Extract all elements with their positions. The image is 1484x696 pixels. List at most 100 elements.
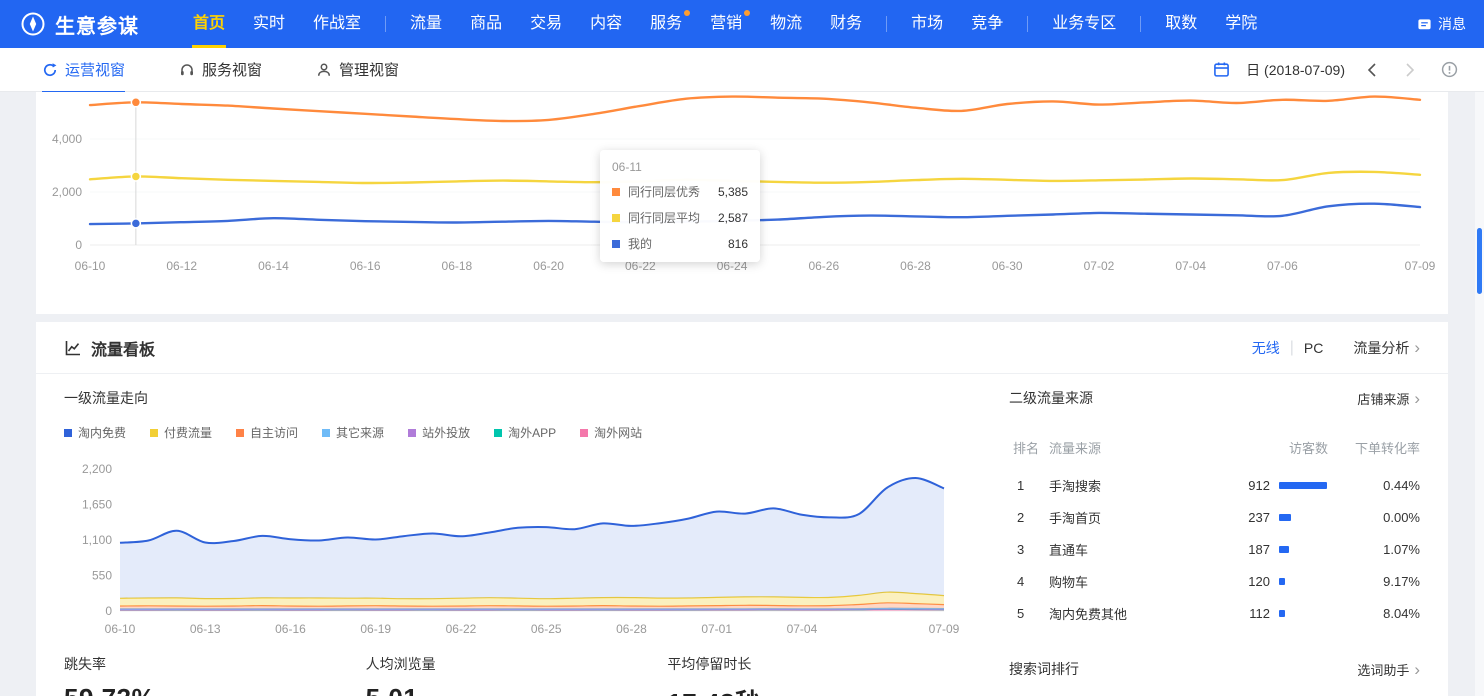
tooltip-series-label: 我的 <box>628 235 718 252</box>
sources-table-rows: 1手淘搜索9120.44%2手淘首页2370.00%3直通车1871.07%4购… <box>1009 469 1420 629</box>
visitors-bar-wrap <box>1270 514 1328 521</box>
tab-management[interactable]: 管理视窗 <box>316 48 399 92</box>
traffic-trend-chart[interactable]: 05501,1001,6502,20006-1006-1306-1606-190… <box>64 453 969 641</box>
traffic-metrics: 跳失率59.73%人均浏览量5.01平均停留时长17.48秒 <box>64 654 969 696</box>
visitors-bar-wrap <box>1270 610 1328 617</box>
source-name: 手淘首页 <box>1049 508 1178 527</box>
svg-text:07-04: 07-04 <box>787 622 818 636</box>
svg-text:2,200: 2,200 <box>82 462 112 476</box>
search-ranking-title: 搜索词排行 <box>1009 659 1079 679</box>
toggle-pc[interactable]: PC <box>1304 340 1323 356</box>
nav-item-service[interactable]: 服务 <box>636 0 696 48</box>
nav-item-logistics[interactable]: 物流 <box>756 0 816 48</box>
nav-menu: 首页实时作战室流量商品交易内容服务营销物流财务市场竞争业务专区取数学院 <box>179 0 1409 48</box>
refresh-icon <box>42 62 58 78</box>
tooltip-series-value: 5,385 <box>718 185 748 199</box>
legend-swatch <box>494 429 502 437</box>
conversion-cell: 8.04% <box>1328 606 1420 621</box>
scrollbar-track[interactable] <box>1475 92 1484 696</box>
legend-item: 淘外APP <box>494 424 556 441</box>
date-selector[interactable]: 日 (2018-07-09) <box>1246 60 1345 80</box>
svg-text:1,100: 1,100 <box>82 533 112 547</box>
prev-day-button[interactable] <box>1361 62 1383 78</box>
svg-text:07-06: 07-06 <box>1267 259 1298 273</box>
traffic-analysis-link[interactable]: 流量分析 › <box>1353 338 1420 358</box>
nav-item-market[interactable]: 市场 <box>897 0 957 48</box>
search-ranking-header: 搜索词排行 选词助手 › <box>1009 659 1420 679</box>
column-header: 下单转化率 <box>1328 438 1420 457</box>
nav-item-trade[interactable]: 交易 <box>516 0 576 48</box>
sycm-dashboard: 生意参谋 首页实时作战室流量商品交易内容服务营销物流财务市场竞争业务专区取数学院… <box>0 0 1484 696</box>
svg-text:06-12: 06-12 <box>166 259 197 273</box>
message-icon <box>1417 17 1432 32</box>
metric: 人均浏览量5.01 <box>366 654 668 696</box>
nav-item-war-room[interactable]: 作战室 <box>299 0 375 48</box>
nav-divider <box>886 16 887 32</box>
source-row[interactable]: 2手淘首页2370.00% <box>1009 501 1420 533</box>
legend-swatch <box>408 429 416 437</box>
svg-text:06-16: 06-16 <box>350 259 381 273</box>
word-helper-link[interactable]: 选词助手 › <box>1357 660 1420 679</box>
tab-label: 服务视窗 <box>202 59 262 80</box>
tab-service[interactable]: 服务视窗 <box>179 48 262 92</box>
svg-text:06-26: 06-26 <box>808 259 839 273</box>
visitors-value: 112 <box>1178 606 1270 621</box>
source-name: 淘内免费其他 <box>1049 604 1178 623</box>
calendar-icon[interactable] <box>1213 61 1230 78</box>
visitors-bar-wrap <box>1270 578 1328 585</box>
legend-item: 自主访问 <box>236 424 298 441</box>
messages-button[interactable]: 消息 <box>1417 14 1466 34</box>
toggle-wireless[interactable]: 无线 <box>1252 338 1280 358</box>
nav-item-finance[interactable]: 财务 <box>816 0 876 48</box>
series-swatch <box>612 240 620 248</box>
nav-item-marketing[interactable]: 营销 <box>696 0 756 48</box>
nav-item-product[interactable]: 商品 <box>456 0 516 48</box>
rank-cell: 2 <box>1009 510 1049 525</box>
nav-item-competition[interactable]: 竞争 <box>957 0 1017 48</box>
nav-item-academy[interactable]: 学院 <box>1211 0 1271 48</box>
source-row[interactable]: 5淘内免费其他1128.04% <box>1009 597 1420 629</box>
svg-text:07-01: 07-01 <box>701 622 732 636</box>
svg-text:550: 550 <box>92 569 112 583</box>
date-controls: 日 (2018-07-09) <box>1213 60 1458 80</box>
svg-text:4,000: 4,000 <box>52 132 82 146</box>
visitors-value: 187 <box>1178 542 1270 557</box>
platform-toggle: 无线|PC <box>1252 338 1324 358</box>
info-icon[interactable] <box>1441 61 1458 78</box>
nav-item-realtime[interactable]: 实时 <box>239 0 299 48</box>
secondary-sources-header: 二级流量来源 店铺来源 › <box>1009 388 1420 408</box>
tooltip-rows: 同行同层优秀5,385同行同层平均2,587我的816 <box>612 183 748 252</box>
conversion-cell: 9.17% <box>1328 574 1420 589</box>
nav-item-data-fetch[interactable]: 取数 <box>1151 0 1211 48</box>
svg-text:07-04: 07-04 <box>1175 259 1206 273</box>
visitors-cell: 912 <box>1178 478 1328 493</box>
nav-item-business-zone[interactable]: 业务专区 <box>1038 0 1130 48</box>
sources-table: 排名流量来源访客数下单转化率 1手淘搜索9120.44%2手淘首页2370.00… <box>1009 438 1420 629</box>
tab-operation[interactable]: 运营视窗 <box>42 48 125 92</box>
visitors-cell: 120 <box>1178 574 1328 589</box>
visitors-value: 912 <box>1178 478 1270 493</box>
svg-text:0: 0 <box>75 238 82 252</box>
tooltip-row: 我的816 <box>612 235 748 252</box>
visitors-bar <box>1279 546 1289 553</box>
brand[interactable]: 生意参谋 <box>20 10 139 39</box>
legend-swatch <box>322 429 330 437</box>
scrollbar-thumb[interactable] <box>1477 228 1482 294</box>
svg-text:1,650: 1,650 <box>82 498 112 512</box>
column-header: 访客数 <box>1178 438 1328 457</box>
chevron-right-icon: › <box>1414 661 1420 678</box>
nav-item-content[interactable]: 内容 <box>576 0 636 48</box>
source-row[interactable]: 4购物车1209.17% <box>1009 565 1420 597</box>
shop-sources-link[interactable]: 店铺来源 › <box>1357 389 1420 408</box>
svg-text:06-25: 06-25 <box>531 622 562 636</box>
rank-cell: 3 <box>1009 542 1049 557</box>
nav-item-home[interactable]: 首页 <box>179 0 239 48</box>
source-row[interactable]: 3直通车1871.07% <box>1009 533 1420 565</box>
visitors-value: 237 <box>1178 510 1270 525</box>
source-row[interactable]: 1手淘搜索9120.44% <box>1009 469 1420 501</box>
next-day-button[interactable] <box>1399 62 1421 78</box>
metric-value: 5.01 <box>366 683 668 696</box>
nav-item-traffic[interactable]: 流量 <box>396 0 456 48</box>
legend-item: 其它来源 <box>322 424 384 441</box>
svg-text:07-09: 07-09 <box>1405 259 1436 273</box>
